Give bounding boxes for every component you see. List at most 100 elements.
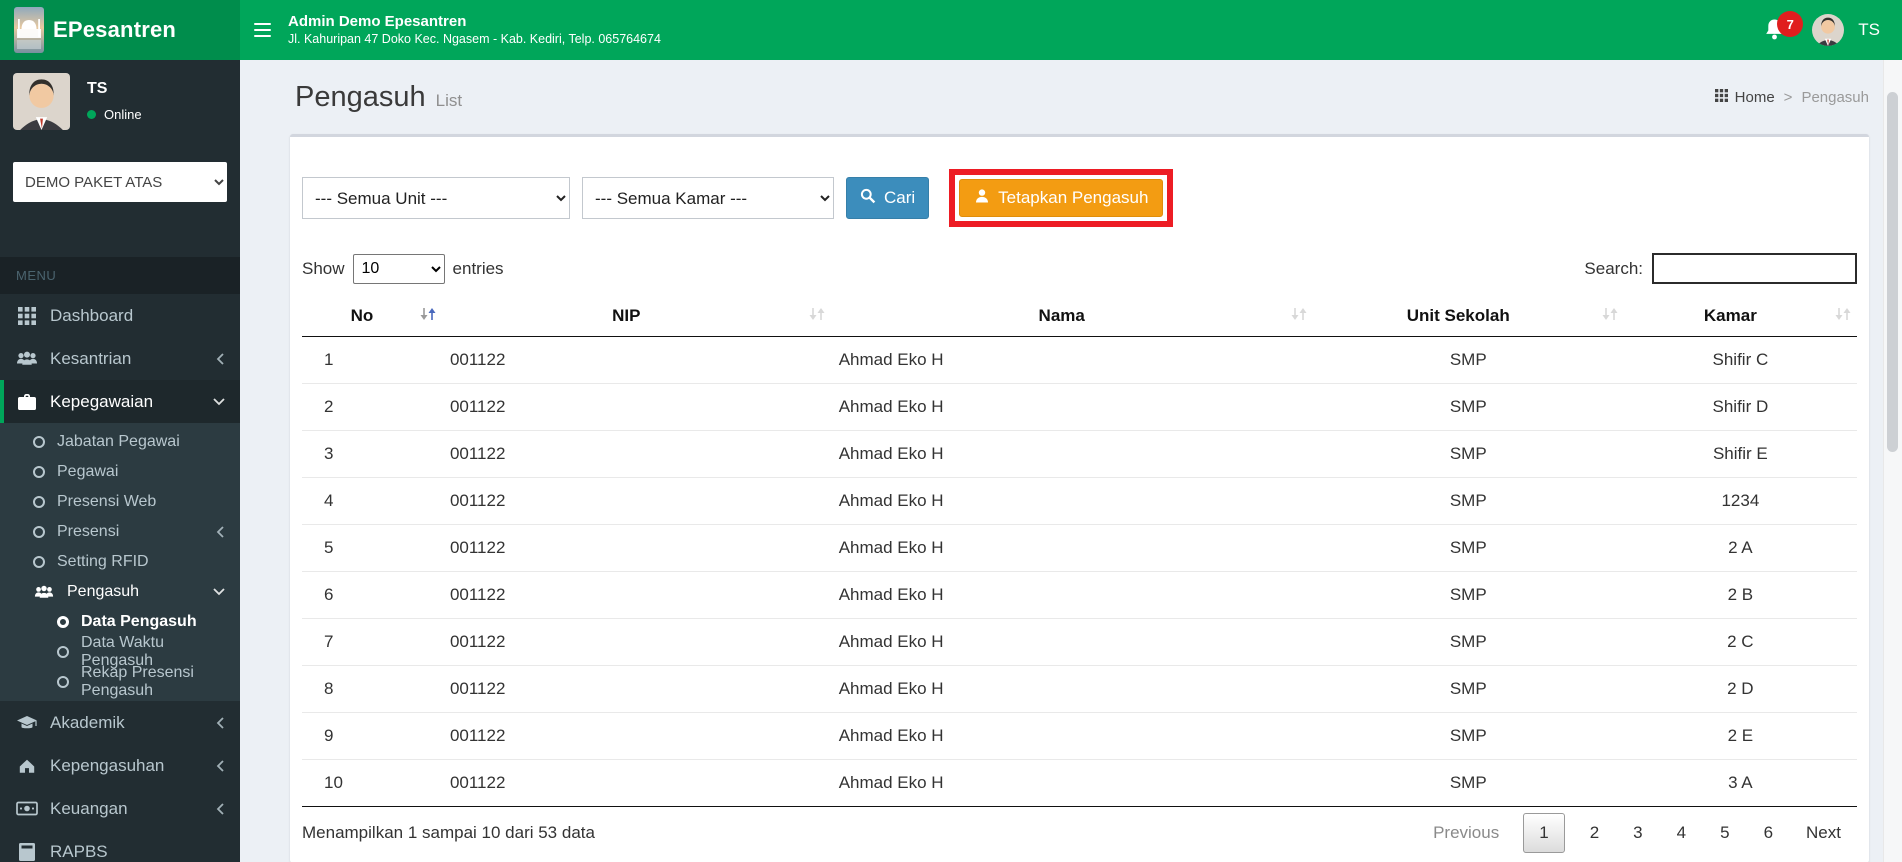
pagination-page-4[interactable]: 4: [1662, 814, 1701, 852]
cell-kamar: Shifir C: [1623, 336, 1857, 384]
home-icon: [16, 758, 38, 774]
cell-no: 10: [302, 759, 442, 807]
pagination-page-3[interactable]: 3: [1618, 814, 1657, 852]
chevron-left-icon: [216, 802, 226, 816]
breadcrumb: Home > Pengasuh: [1714, 88, 1869, 106]
cell-nama: Ahmad Eko H: [830, 430, 1313, 478]
sidebar-item-label: Dashboard: [50, 305, 134, 325]
chevron-down-icon: [212, 587, 226, 597]
cell-nip: 001122: [441, 430, 831, 478]
app-logo[interactable]: EPesantren: [0, 0, 240, 60]
cell-unit: SMP: [1312, 430, 1624, 478]
cell-no: 7: [302, 618, 442, 666]
table-row: 7 001122 Ahmad Eko H SMP 2 C: [302, 618, 1857, 666]
sidebar-item-keuangan[interactable]: Keuangan: [0, 787, 240, 830]
sidebar-item-rekap-presensi-pengasuh[interactable]: Rekap Presensi Pengasuh: [0, 664, 240, 699]
sidebar-item-dashboard[interactable]: Dashboard: [0, 294, 240, 337]
cari-button[interactable]: Cari: [846, 177, 930, 219]
sidebar-item-label: Pengasuh: [67, 583, 140, 600]
column-header-kamar[interactable]: Kamar: [1623, 296, 1857, 337]
sidebar-item-label: Kepengasuhan: [50, 755, 165, 775]
sidebar-item-jabatan-pegawai[interactable]: Jabatan Pegawai: [0, 427, 240, 457]
graduation-cap-icon: [16, 715, 38, 731]
user-avatar[interactable]: [1812, 14, 1845, 46]
cell-nama: Ahmad Eko H: [830, 618, 1313, 666]
cell-no: 8: [302, 665, 442, 713]
tetapkan-pengasuh-button[interactable]: Tetapkan Pengasuh: [959, 179, 1164, 217]
main-content: Pengasuh List Home > Pengasuh --- Semua: [240, 60, 1902, 862]
pengasuh-list-card: --- Semua Unit --- --- Semua Kamar --- C…: [290, 134, 1869, 862]
pagination-page-2[interactable]: 2: [1575, 814, 1614, 852]
cell-nip: 001122: [441, 665, 831, 713]
sidebar-item-label: Presensi Web: [57, 493, 157, 510]
column-header-nip[interactable]: NIP: [441, 296, 831, 337]
table-search-input[interactable]: [1652, 253, 1857, 284]
kamar-filter-select[interactable]: --- Semua Kamar ---: [582, 177, 834, 219]
sidebar-item-setting-rfid[interactable]: Setting RFID: [0, 547, 240, 577]
pengasuh-table: No NIP Nama Unit Sekolah Kamar 1 001122 …: [302, 296, 1857, 807]
briefcase-icon: [16, 393, 38, 411]
cell-kamar: Shifir E: [1623, 430, 1857, 478]
pagination-previous[interactable]: Previous: [1417, 814, 1515, 852]
sidebar-item-presensi-web[interactable]: Presensi Web: [0, 487, 240, 517]
cell-no: 3: [302, 430, 442, 478]
menu-section-header: MENU: [0, 257, 240, 294]
sidebar-item-kesantrian[interactable]: Kesantrian: [0, 337, 240, 380]
sidebar-item-presensi[interactable]: Presensi: [0, 517, 240, 547]
calculator-icon: [16, 842, 38, 861]
sidebar-item-pegawai[interactable]: Pegawai: [0, 457, 240, 487]
breadcrumb-home-link[interactable]: Home: [1714, 88, 1775, 106]
cell-no: 6: [302, 571, 442, 619]
sidebar-item-kepegawaian[interactable]: Kepegawaian: [0, 380, 240, 423]
sidebar-item-label: Presensi: [57, 523, 120, 540]
breadcrumb-separator: >: [1783, 88, 1793, 106]
column-header-nama[interactable]: Nama: [830, 296, 1313, 337]
sidebar-avatar: [13, 73, 70, 130]
sidebar-item-label: Kepegawaian: [50, 391, 154, 411]
cell-kamar: 2 D: [1623, 665, 1857, 713]
cell-nip: 001122: [441, 571, 831, 619]
cell-unit: SMP: [1312, 712, 1624, 760]
unit-filter-select[interactable]: --- Semua Unit ---: [302, 177, 570, 219]
sidebar-item-data-pengasuh[interactable]: Data Pengasuh: [0, 607, 240, 637]
sort-ascending-icon: [420, 306, 436, 326]
pagination: Previous 1 2 3 4 5 6 Next: [1417, 812, 1857, 853]
pagination-page-6[interactable]: 6: [1749, 814, 1788, 852]
top-navbar: EPesantren Admin Demo Epesantren Jl. Kah…: [0, 0, 1902, 60]
table-info: Menampilkan 1 sampai 10 dari 53 data: [302, 822, 595, 842]
sort-icon: [809, 306, 825, 326]
table-row: 2 001122 Ahmad Eko H SMP Shifir D: [302, 383, 1857, 431]
package-select[interactable]: DEMO PAKET ATAS: [13, 162, 227, 202]
sort-icon: [1602, 306, 1618, 326]
scrollbar-track[interactable]: [1883, 60, 1902, 862]
column-header-no[interactable]: No: [302, 296, 442, 337]
sidebar-item-label: Kesantrian: [50, 348, 132, 368]
cell-nip: 001122: [441, 618, 831, 666]
money-icon: [16, 801, 38, 816]
cell-unit: SMP: [1312, 759, 1624, 807]
users-icon: [16, 351, 38, 367]
sidebar-item-kepengasuhan[interactable]: Kepengasuhan: [0, 744, 240, 787]
scrollbar-thumb[interactable]: [1887, 92, 1898, 452]
notifications-button[interactable]: 7: [1764, 11, 1804, 42]
column-header-unit-sekolah[interactable]: Unit Sekolah: [1312, 296, 1624, 337]
chevron-left-icon: [216, 716, 226, 730]
pagination-page-1[interactable]: 1: [1523, 812, 1565, 853]
pagination-page-5[interactable]: 5: [1705, 814, 1744, 852]
pagination-next[interactable]: Next: [1790, 814, 1857, 852]
cell-unit: SMP: [1312, 618, 1624, 666]
sidebar-item-rapbs[interactable]: RAPBS: [0, 830, 240, 862]
navbar-main: Admin Demo Epesantren Jl. Kahuripan 47 D…: [240, 0, 1902, 60]
sidebar-toggle-icon[interactable]: [252, 19, 276, 42]
table-row: 3 001122 Ahmad Eko H SMP Shifir E: [302, 430, 1857, 478]
cell-no: 2: [302, 383, 442, 431]
users-icon: [33, 585, 55, 600]
page-length-select[interactable]: 10: [352, 253, 445, 284]
sidebar-item-akademik[interactable]: Akademik: [0, 701, 240, 744]
sidebar-item-data-waktu-pengasuh[interactable]: Data Waktu Pengasuh: [0, 634, 240, 669]
sidebar-item-pengasuh[interactable]: Pengasuh: [0, 577, 240, 607]
kepegawaian-submenu: Jabatan Pegawai Pegawai Presensi Web Pre…: [0, 423, 240, 701]
circle-o-icon: [33, 526, 45, 538]
circle-o-icon: [33, 496, 45, 508]
cell-nama: Ahmad Eko H: [830, 759, 1313, 807]
